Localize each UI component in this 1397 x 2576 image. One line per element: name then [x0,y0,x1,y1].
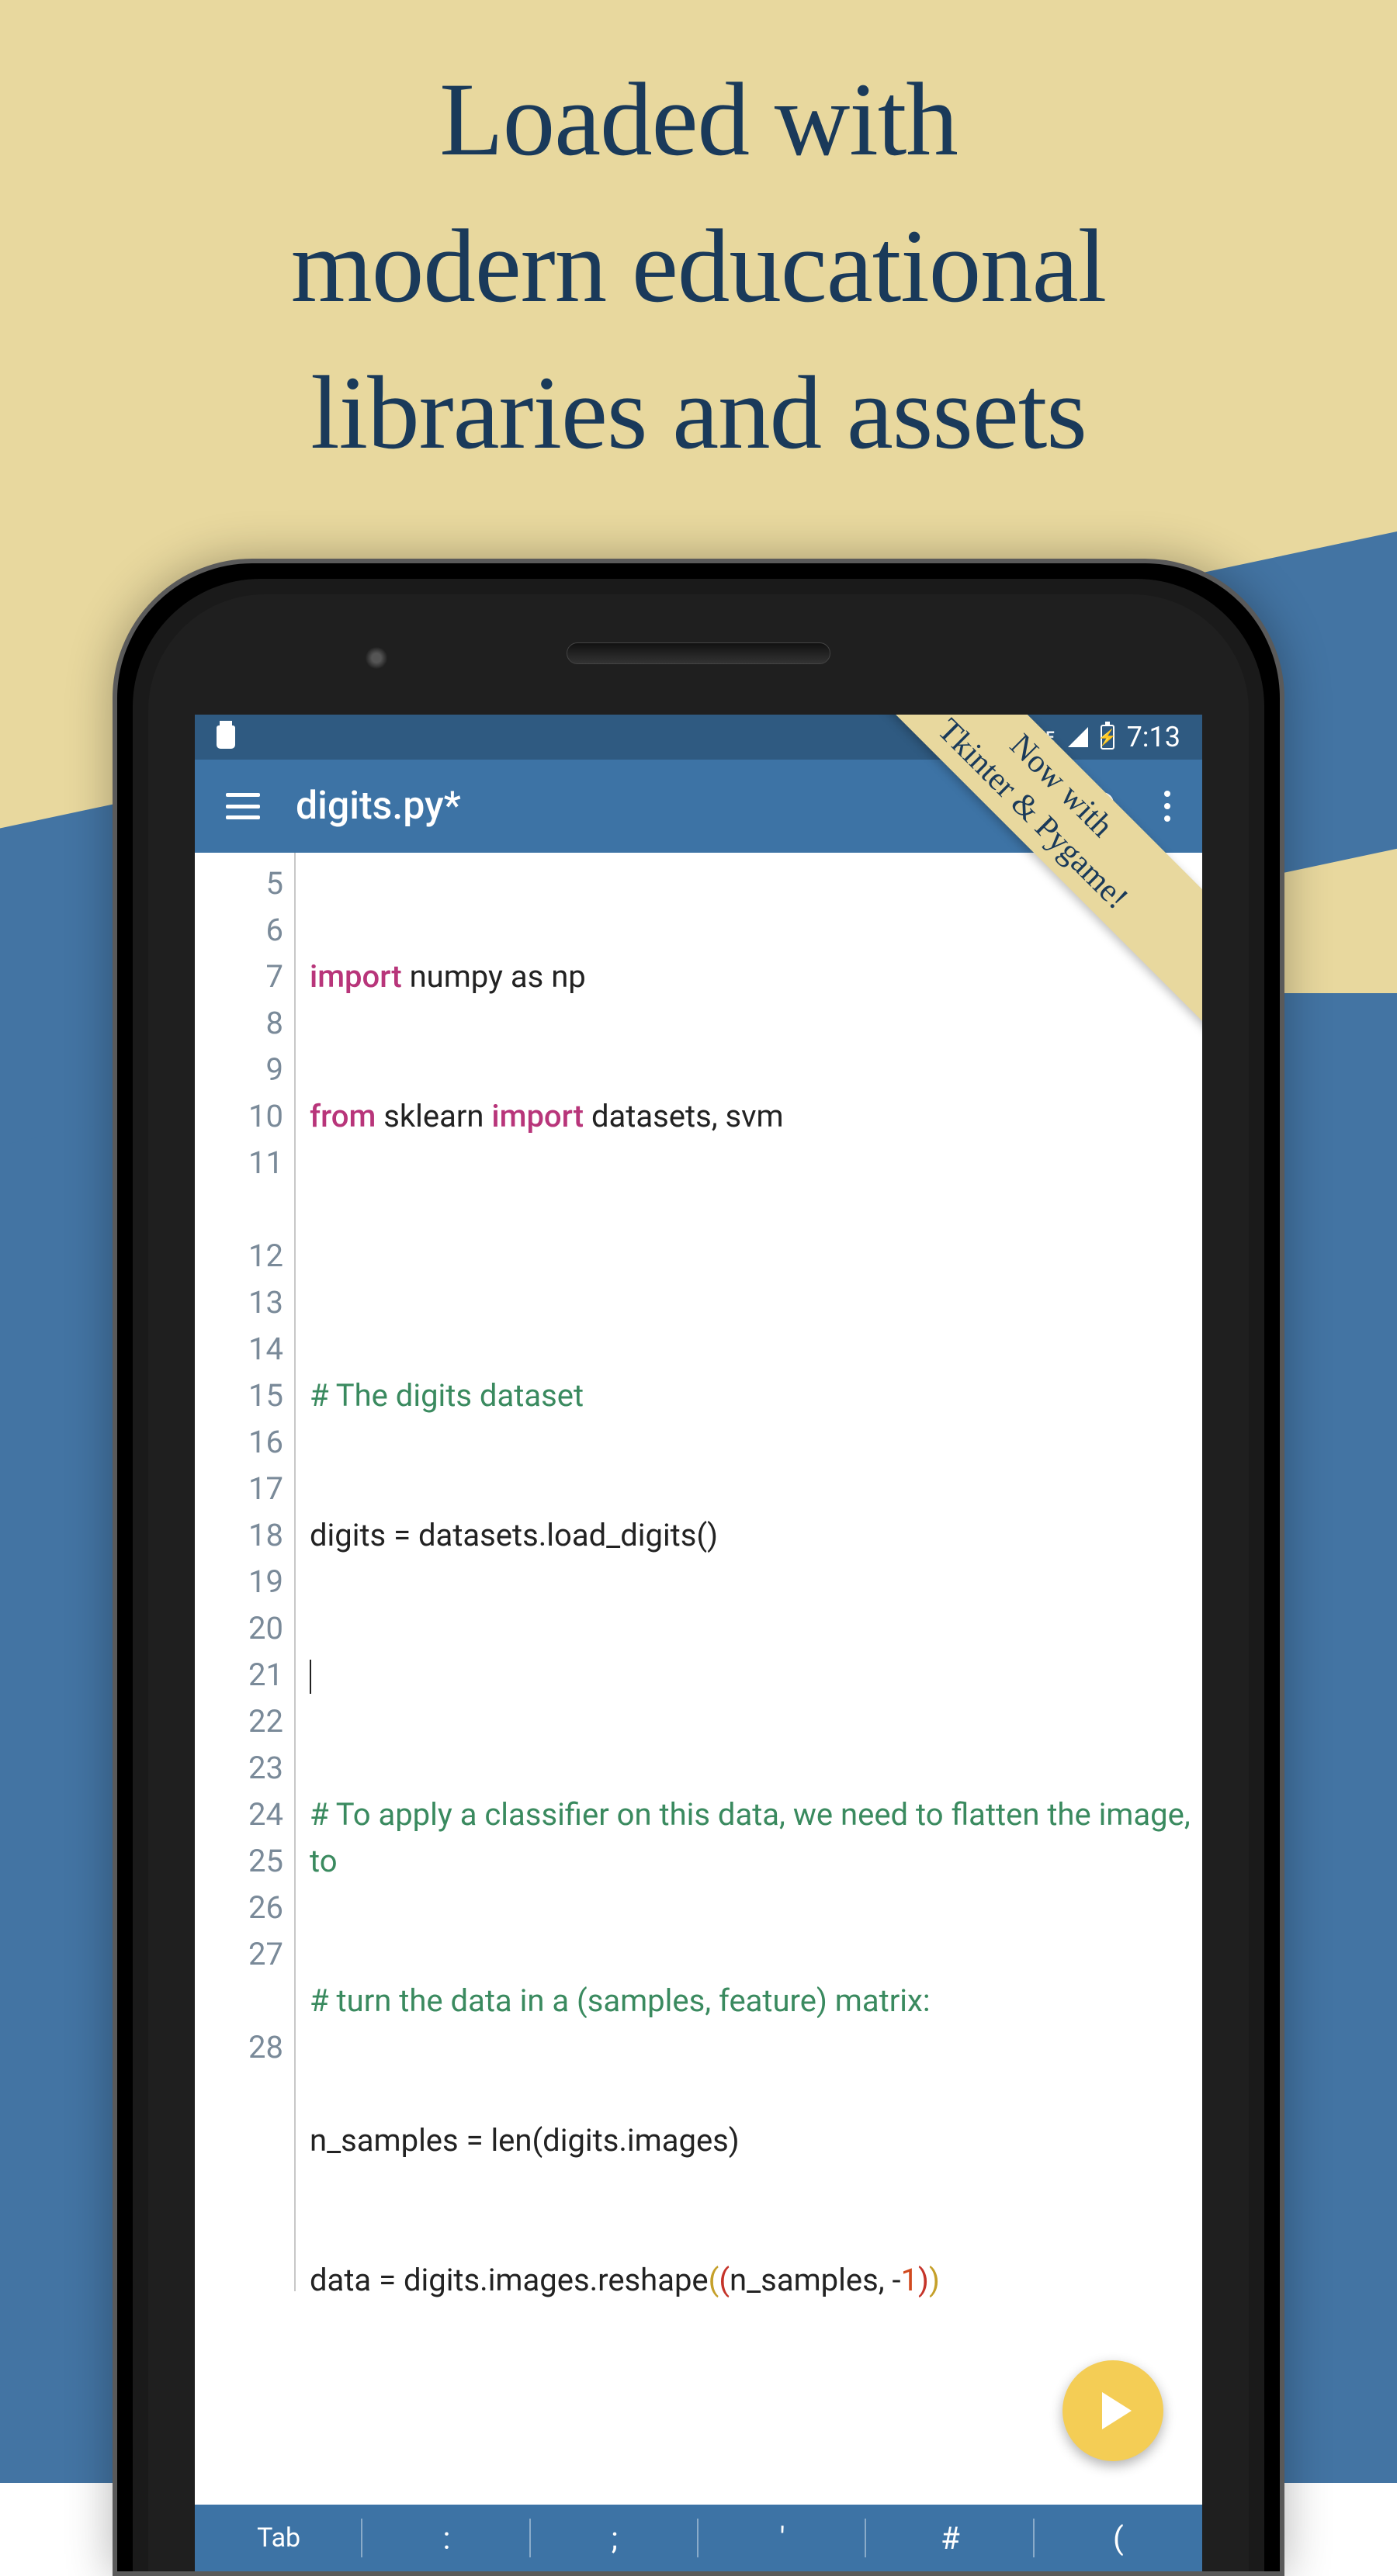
quick-key-row: Tab : ; ' # ( [195,2505,1202,2571]
code-line-6: from sklearn import datasets, svm [310,1093,1202,1140]
line-number-gutter: 5678910111213141516171819202122232425262… [195,853,296,2291]
line-number: 9 [195,1047,283,1093]
promo-headline: Loaded with modern educational libraries… [0,47,1397,486]
key-quote[interactable]: ' [698,2519,866,2557]
play-icon [1102,2392,1132,2429]
code-line-14: data = digits.images.reshape((n_samples,… [310,2257,1202,2304]
text-cursor [310,1660,311,1694]
sd-card-icon [217,725,235,749]
phone-frame: LTE ⚡ 7:13 digits.py* [113,559,1284,2576]
phone-screen: LTE ⚡ 7:13 digits.py* [195,715,1202,2571]
code-area[interactable]: import numpy as np from sklearn import d… [296,853,1202,2291]
code-line-10 [310,1652,1202,1698]
key-semicolon[interactable]: ; [531,2519,698,2557]
line-number: 6 [195,907,283,954]
code-line-13: n_samples = len(digits.images) [310,2117,1202,2164]
code-editor[interactable]: 5678910111213141516171819202122232425262… [195,853,1202,2291]
line-number: 27 [195,1931,283,2024]
code-line-11: # To apply a classifier on this data, we… [310,1792,1202,1885]
line-number: 21 [195,1652,283,1698]
signal-icon [1068,727,1088,747]
line-number: 17 [195,1466,283,1512]
key-colon[interactable]: : [362,2519,530,2557]
line-number: 15 [195,1373,283,1419]
line-number: 26 [195,1885,283,1931]
line-number: 20 [195,1605,283,1652]
line-number: 10 [195,1093,283,1140]
line-number: 13 [195,1279,283,1326]
line-number: 23 [195,1745,283,1792]
key-paren[interactable]: ( [1035,2519,1202,2557]
line-number: 14 [195,1326,283,1373]
menu-button[interactable] [226,793,260,819]
code-line-8: # The digits dataset [310,1373,1202,1419]
file-title: digits.py* [296,784,1062,829]
battery-icon: ⚡ [1101,725,1114,750]
headline-line-1: Loaded with [439,62,958,178]
line-number: 8 [195,1000,283,1047]
code-line-7 [310,1233,1202,1279]
line-number: 18 [195,1512,283,1559]
key-tab[interactable]: Tab [195,2519,362,2557]
headline-line-3: libraries and assets [310,355,1087,471]
line-number: 19 [195,1559,283,1605]
code-line-12: # turn the data in a (samples, feature) … [310,1978,1202,2024]
line-number: 7 [195,954,283,1000]
code-line-5: import numpy as np [310,954,1202,1000]
battery-bolt-icon: ⚡ [1097,728,1117,746]
phone-inner: LTE ⚡ 7:13 digits.py* [133,579,1264,2571]
line-number: 12 [195,1233,283,1279]
line-number: 11 [195,1140,283,1233]
line-number: 5 [195,860,283,907]
line-number: 22 [195,1698,283,1745]
clock-text: 7:13 [1127,721,1180,753]
line-number: 25 [195,1838,283,1885]
code-line-9: digits = datasets.load_digits() [310,1512,1202,1559]
line-number: 16 [195,1419,283,1466]
more-vert-icon [1164,791,1170,822]
camera-icon [366,647,387,669]
key-hash[interactable]: # [866,2519,1034,2557]
line-number: 24 [195,1792,283,1838]
run-button[interactable] [1062,2360,1163,2461]
line-number: 28 [195,2024,283,2071]
more-button[interactable] [1148,791,1187,822]
speaker-grille [567,642,830,664]
headline-line-2: modern educational [291,209,1106,324]
phone-front: LTE ⚡ 7:13 digits.py* [148,594,1249,2571]
